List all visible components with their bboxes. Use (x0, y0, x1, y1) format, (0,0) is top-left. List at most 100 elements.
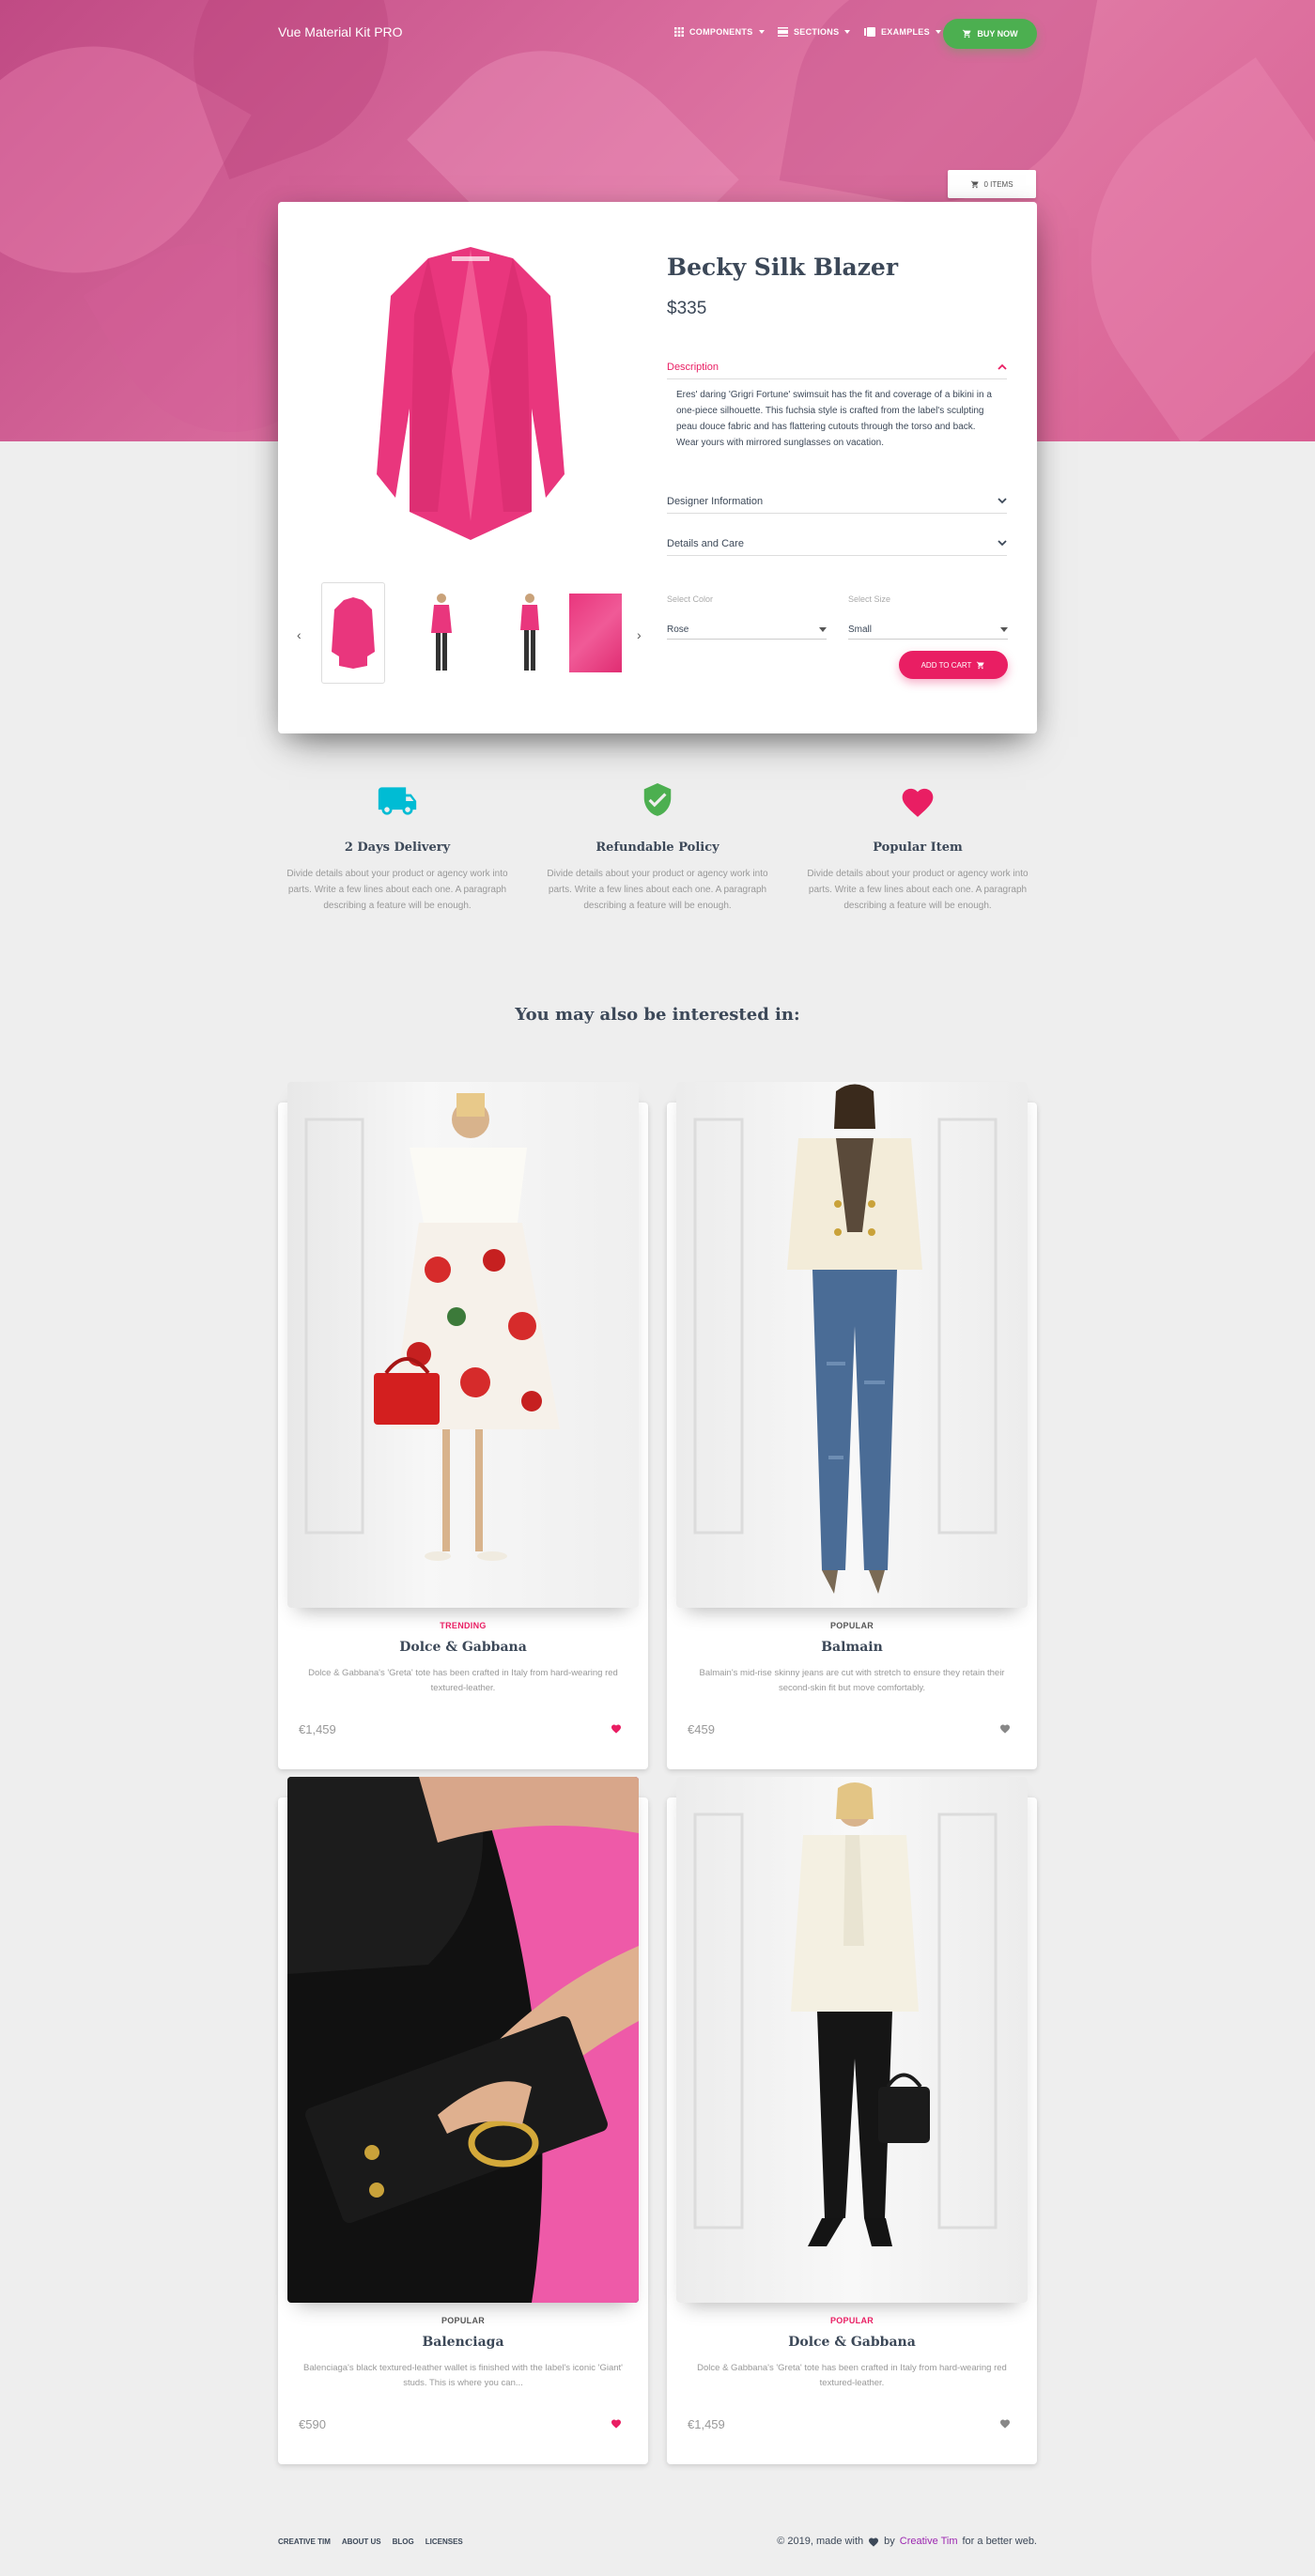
accordion-details-header[interactable]: Details and Care (667, 532, 1007, 556)
favorite-icon (902, 788, 934, 817)
product-description: Balenciaga's black textured-leather wall… (303, 2363, 623, 2388)
view-day-icon (778, 27, 788, 37)
feature-delivery: 2 Days Delivery Divide details about you… (285, 779, 510, 914)
thumbnail-image (431, 594, 452, 671)
color-select[interactable]: Rose (667, 621, 827, 640)
accordion-details: Details and Care (667, 532, 1007, 556)
accordion-designer-header[interactable]: Designer Information (667, 489, 1007, 514)
thumbnail[interactable] (410, 582, 473, 684)
product-price: €459 (688, 1722, 715, 1736)
size-select[interactable]: Small (848, 621, 1008, 640)
shopping-cart-icon (971, 180, 979, 188)
product-image (676, 1082, 1028, 1608)
dropdown-arrow-icon (819, 627, 827, 632)
feature-title: 2 Days Delivery (344, 841, 451, 855)
footer-link-blog[interactable]: BLOG (393, 2537, 414, 2546)
product-price: $335 (667, 299, 707, 318)
add-to-cart-label: ADD TO CART (920, 660, 972, 670)
nav-examples-label: EXAMPLES (881, 27, 930, 37)
favorite-icon[interactable] (611, 1723, 622, 1734)
feature-text: Divide details about your product or age… (547, 869, 768, 911)
product-tag: TRENDING (440, 1621, 487, 1630)
thumbnail-image (520, 594, 539, 671)
product-card: ‹ › Becky Silk Blazer $335 Description E… (278, 202, 1037, 733)
footer-link-about-us[interactable]: ABOUT US (342, 2537, 381, 2546)
nav-sections[interactable]: SECTIONS (778, 27, 851, 37)
accordion-title: Details and Care (667, 537, 744, 549)
product-main-image (377, 247, 565, 540)
product-image (287, 1777, 639, 2303)
nav-components[interactable]: COMPONENTS (674, 27, 765, 37)
photo-library-icon (864, 27, 875, 37)
product-description: Dolce & Gabbana's 'Greta' tote has been … (697, 2363, 1007, 2388)
product-card-4[interactable]: POPULAR Dolce & Gabbana Dolce & Gabbana'… (667, 1777, 1037, 2464)
product-name: Dolce & Gabbana (399, 1640, 527, 1655)
chevron-up-icon (998, 363, 1007, 370)
product-card-3[interactable]: POPULAR Balenciaga Balenciaga's black te… (278, 1777, 648, 2464)
thumbnail[interactable] (321, 582, 385, 684)
copyright-by: by (884, 2536, 895, 2547)
nav-examples[interactable]: EXAMPLES (864, 27, 941, 37)
product-name: Balmain (821, 1640, 883, 1655)
nav-sections-label: SECTIONS (794, 27, 840, 37)
product-description: Dolce & Gabbana's 'Greta' tote has been … (308, 1668, 618, 1693)
cart-label: 0 ITEMS (983, 179, 1013, 189)
brand-title[interactable]: Vue Material Kit PRO (278, 24, 403, 39)
product-card-1[interactable]: TRENDING Dolce & Gabbana Dolce & Gabbana… (278, 1082, 648, 1769)
dropdown-arrow-icon (1000, 627, 1008, 632)
select-color-label: Select Color (667, 594, 714, 604)
thumbnail-carousel: ‹ › (297, 582, 646, 686)
favorite-icon[interactable] (999, 2418, 1011, 2429)
feature-text: Divide details about your product or age… (807, 869, 1029, 911)
copyright-brand-link[interactable]: Creative Tim (900, 2536, 958, 2547)
accordion-title: Designer Information (667, 495, 764, 507)
buy-now-label: BUY NOW (977, 29, 1018, 39)
thumbnail[interactable] (564, 582, 627, 684)
favorite-icon (869, 2537, 879, 2547)
caret-down-icon (935, 30, 941, 34)
accordion-description-header[interactable]: Description (667, 355, 1007, 379)
cart-button[interactable]: 0 ITEMS (948, 170, 1036, 198)
select-size-label: Select Size (848, 594, 891, 604)
shopping-cart-icon (977, 661, 984, 669)
product-tag: POPULAR (829, 2316, 874, 2325)
footer-links: CREATIVE TIM ABOUT US BLOG LICENSES (278, 2537, 463, 2546)
footer-link-creative-tim[interactable]: CREATIVE TIM (278, 2537, 331, 2546)
local-shipping-icon (378, 786, 417, 815)
chevron-left-icon[interactable]: ‹ (297, 627, 302, 642)
product-description: Balmain's mid-rise skinny jeans are cut … (699, 1668, 1005, 1693)
section-title: You may also be interested in: (515, 1005, 800, 1025)
accordion-description-body: Eres' daring 'Grigri Fortune' swimsuit h… (676, 390, 992, 448)
thumbnail[interactable] (498, 582, 562, 684)
chevron-right-icon[interactable]: › (637, 627, 642, 642)
accordion-description: Description Eres' daring 'Grigri Fortune… (667, 355, 1007, 451)
nav-components-label: COMPONENTS (689, 27, 753, 37)
product-image (287, 1082, 639, 1608)
product-price: €1,459 (299, 1722, 336, 1736)
add-to-cart-button[interactable]: ADD TO CART (899, 651, 1008, 679)
product-price: €1,459 (688, 2417, 725, 2431)
chevron-down-icon (998, 540, 1007, 547)
product-card-2[interactable]: POPULAR Balmain Balmain's mid-rise skinn… (667, 1082, 1037, 1769)
color-select-value: Rose (667, 625, 689, 635)
product-price: €590 (299, 2417, 326, 2431)
chevron-down-icon (998, 498, 1007, 504)
caret-down-icon (844, 30, 851, 34)
favorite-icon[interactable] (611, 2418, 622, 2429)
product-tag: POPULAR (441, 2316, 486, 2325)
footer: CREATIVE TIM ABOUT US BLOG LICENSES © 20… (278, 2536, 1037, 2547)
apps-icon (674, 27, 684, 37)
footer-link-licenses[interactable]: LICENSES (425, 2537, 463, 2546)
product-name: Balenciaga (422, 2335, 504, 2350)
favorite-icon[interactable] (999, 1723, 1011, 1734)
buy-now-button[interactable]: BUY NOW (943, 19, 1037, 49)
product-tag: POPULAR (829, 1621, 874, 1630)
product-image (676, 1777, 1028, 2303)
feature-title: Popular Item (873, 841, 963, 855)
caret-down-icon (758, 30, 765, 34)
thumbnail-image (332, 597, 375, 669)
feature-refund: Refundable Policy Divide details about y… (545, 779, 770, 914)
size-select-value: Small (848, 625, 873, 635)
accordion-designer: Designer Information (667, 489, 1007, 514)
thumbnail-image (569, 594, 622, 672)
